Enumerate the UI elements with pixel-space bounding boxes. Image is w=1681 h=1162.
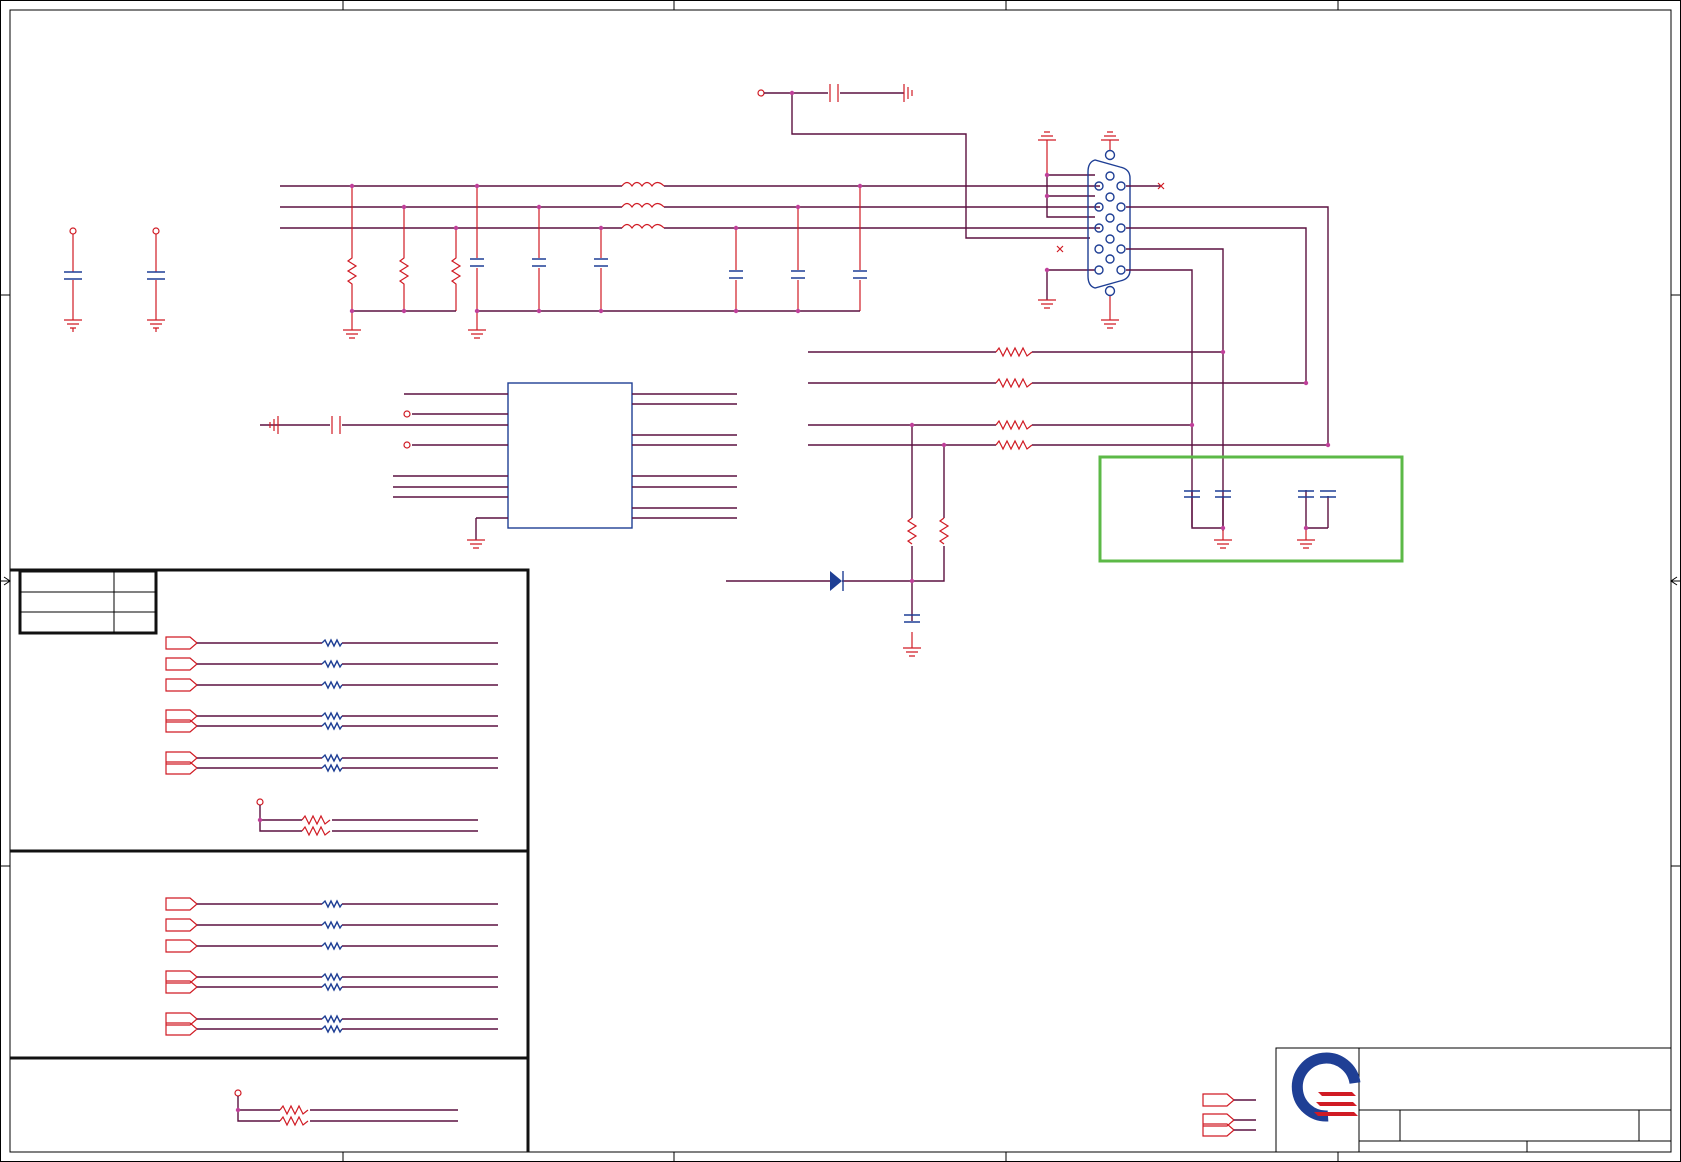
sync-line-filters [726,346,1331,657]
ic-decoupling-capacitor [331,416,341,434]
bottom-right-ground-icon [1101,296,1119,329]
sync-emi-capacitor-group [1098,455,1404,563]
vga-connector [1038,131,1329,531]
resistor-array-a [165,636,498,837]
ferrite-bead-inductors [621,181,665,230]
ic-ground-icon [467,539,485,549]
series-resistor-arrays [165,636,498,1127]
schematic-sheet [0,0,1681,1162]
bottom-left-ground-icon [1038,299,1056,309]
company-logo-icon [1291,1052,1361,1122]
resistor-array-c [234,1089,458,1127]
top-right-ground-icon [1101,131,1119,150]
option-panel [10,568,530,1152]
interface-ic [260,382,737,549]
vga-rgb-filter-network [280,181,1100,339]
resistor-array-b [165,897,498,1036]
diode-icon [830,571,842,591]
option-table [18,569,158,635]
standalone-capacitors [64,227,165,332]
highlight-box [1098,455,1404,563]
top-decoupling-capacitor [757,84,1090,239]
top-left-ground-icon [1038,131,1056,175]
output-ports [1202,1093,1256,1137]
title-block [1275,1047,1672,1153]
chassis-ground-icon [903,84,913,102]
right-zone-arrow-icon [1670,576,1681,586]
left-zone-arrow-icon [0,576,11,586]
